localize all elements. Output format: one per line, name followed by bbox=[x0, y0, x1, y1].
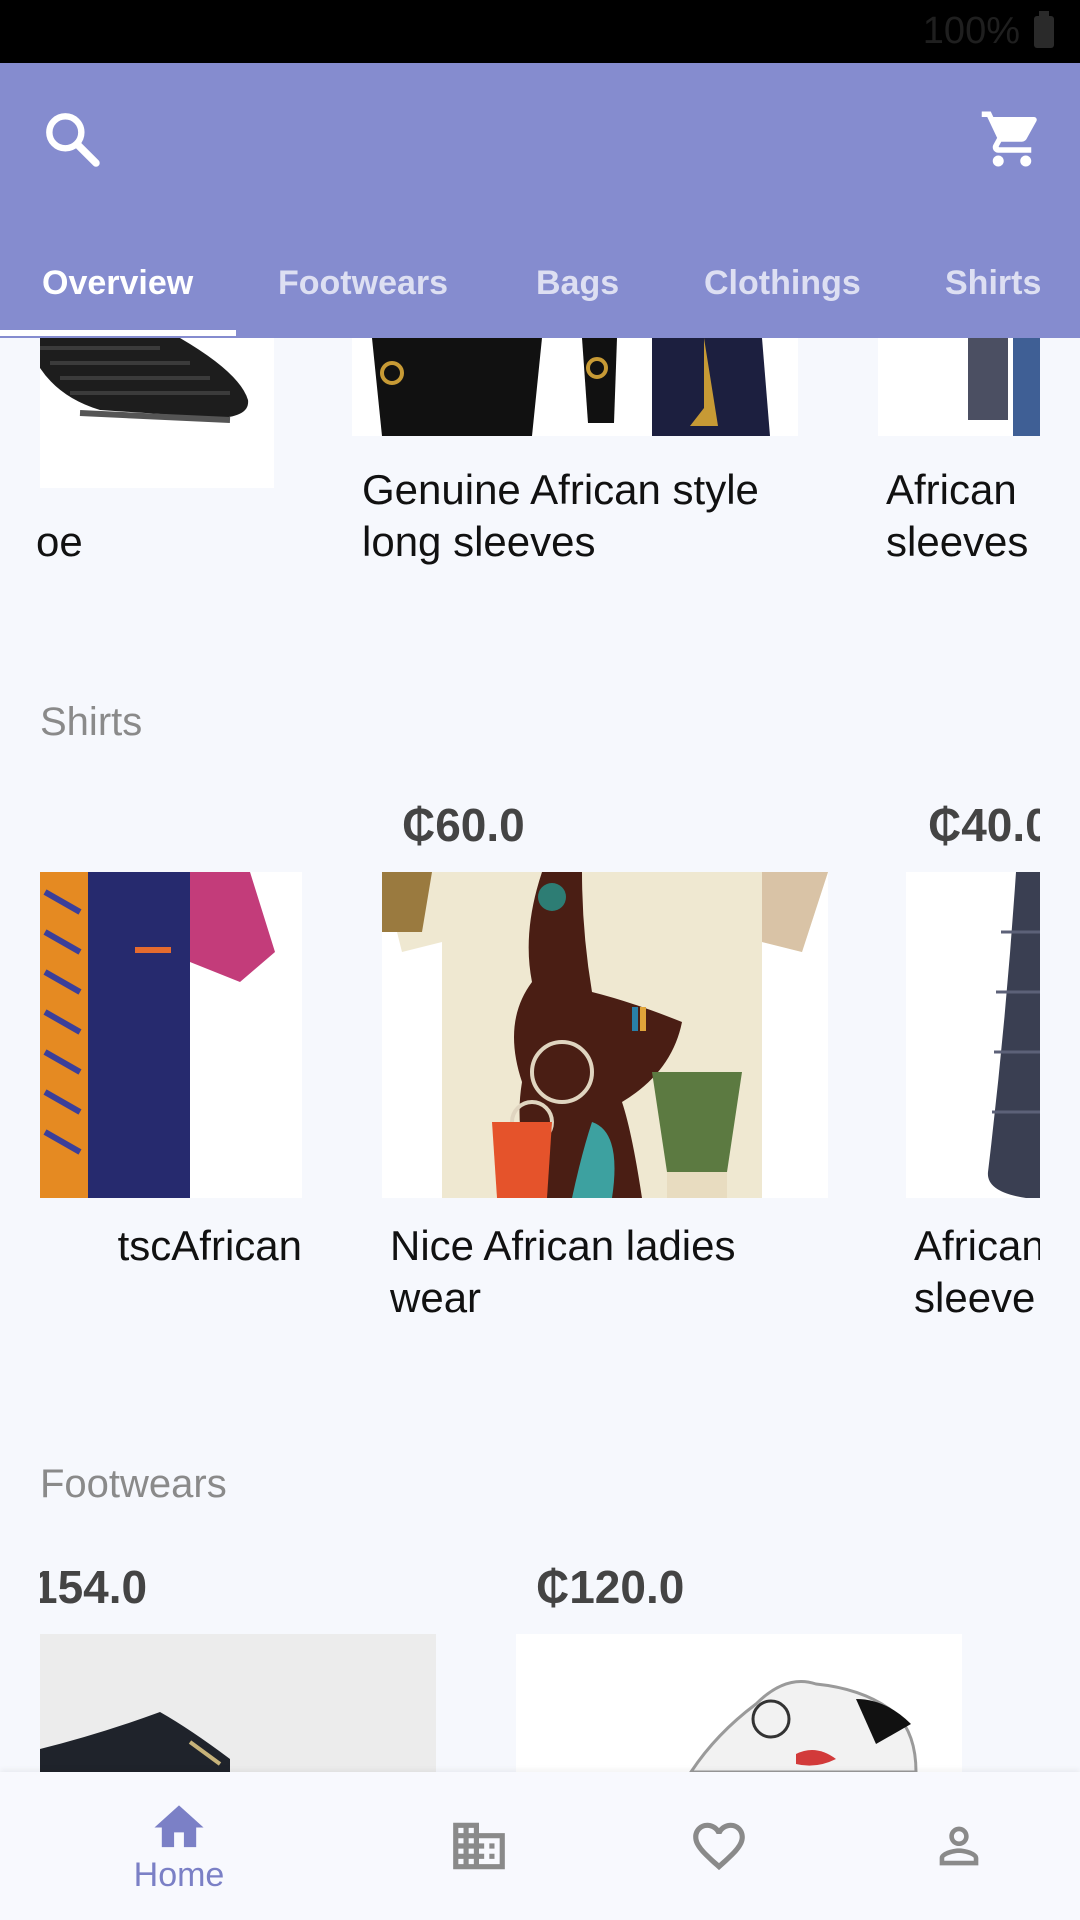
product-title-clip: African sleeves bbox=[886, 464, 1040, 574]
product-image-shoe[interactable] bbox=[40, 338, 274, 488]
tab-shirts[interactable]: Shirts bbox=[945, 228, 1041, 338]
product-price: ₵60.0 bbox=[402, 799, 525, 851]
heart-icon bbox=[693, 1822, 745, 1871]
shirt-image bbox=[352, 338, 798, 436]
section-title-footwears: Footwears bbox=[40, 1462, 227, 1506]
cart-icon bbox=[981, 111, 1037, 167]
tab-indicator bbox=[0, 330, 236, 336]
product-price: ₵120.0 bbox=[536, 1561, 685, 1613]
tab-footwears[interactable]: Footwears bbox=[278, 228, 448, 338]
product-image-footwear[interactable] bbox=[40, 1634, 436, 1772]
product-image-african-sleeve[interactable] bbox=[906, 872, 1040, 1198]
business-icon bbox=[453, 1822, 505, 1870]
tab-overview[interactable]: Overview bbox=[42, 228, 193, 338]
search-button[interactable] bbox=[32, 99, 112, 179]
nav-item-home[interactable]: Home bbox=[44, 1772, 314, 1920]
section-title-shirts: Shirts bbox=[40, 700, 143, 744]
shirt-image bbox=[40, 872, 302, 1198]
product-title-clip: tscAfrican bbox=[40, 1220, 302, 1280]
person-icon bbox=[939, 1826, 979, 1866]
product-price: 154.0 bbox=[40, 1561, 148, 1613]
product-title-clip: African sleeve bbox=[914, 1220, 1040, 1330]
product-title: African sleeve bbox=[914, 1222, 1040, 1321]
product-image-shirt[interactable] bbox=[40, 872, 302, 1198]
cart-button[interactable] bbox=[972, 99, 1052, 179]
product-title: Genuine African style long sleeves bbox=[362, 466, 759, 565]
product-image-african-sleeves[interactable] bbox=[878, 338, 1040, 436]
category-tabs: Overview Footwears Bags Clothings Shirts bbox=[0, 228, 1080, 338]
product-image-long-sleeves[interactable] bbox=[352, 338, 798, 436]
app-bar: Overview Footwears Bags Clothings Shirts bbox=[0, 63, 1080, 338]
product-title: tscAfrican bbox=[117, 1222, 302, 1269]
nav-item-profile[interactable] bbox=[824, 1772, 1080, 1920]
shirt-image bbox=[906, 872, 1040, 1198]
battery-icon bbox=[1034, 11, 1054, 48]
shirt-image bbox=[382, 872, 828, 1198]
product-price: ₵40.0 bbox=[928, 799, 1040, 851]
nav-item-favorites[interactable] bbox=[584, 1772, 854, 1920]
search-icon bbox=[46, 113, 100, 167]
price-clip: 154.0 bbox=[40, 1560, 340, 1620]
status-bar: 100% bbox=[0, 0, 1080, 63]
battery-percentage: 100% bbox=[922, 10, 1020, 52]
shoe-image bbox=[40, 338, 274, 488]
product-title: African sleeves bbox=[886, 466, 1029, 565]
nav-label-home: Home bbox=[133, 1855, 225, 1894]
home-icon bbox=[154, 1804, 204, 1847]
shoe-image bbox=[40, 1634, 436, 1772]
product-title: Nice African ladies wear bbox=[390, 1222, 736, 1321]
bottom-navigation: Home bbox=[0, 1772, 1080, 1920]
tab-clothings[interactable]: Clothings bbox=[704, 228, 861, 338]
price-clip: ₵40.0 bbox=[928, 798, 1040, 858]
product-title: oe bbox=[36, 518, 83, 565]
home-content[interactable]: oe Genuine African style long sleeves Af… bbox=[0, 338, 1080, 1772]
nav-item-business[interactable] bbox=[344, 1772, 614, 1920]
tab-bags[interactable]: Bags bbox=[536, 228, 619, 338]
product-image-ladies-wear[interactable] bbox=[382, 872, 828, 1198]
product-image-sneaker[interactable] bbox=[516, 1634, 962, 1772]
shirt-image bbox=[878, 338, 1040, 436]
shoe-image bbox=[516, 1634, 962, 1772]
